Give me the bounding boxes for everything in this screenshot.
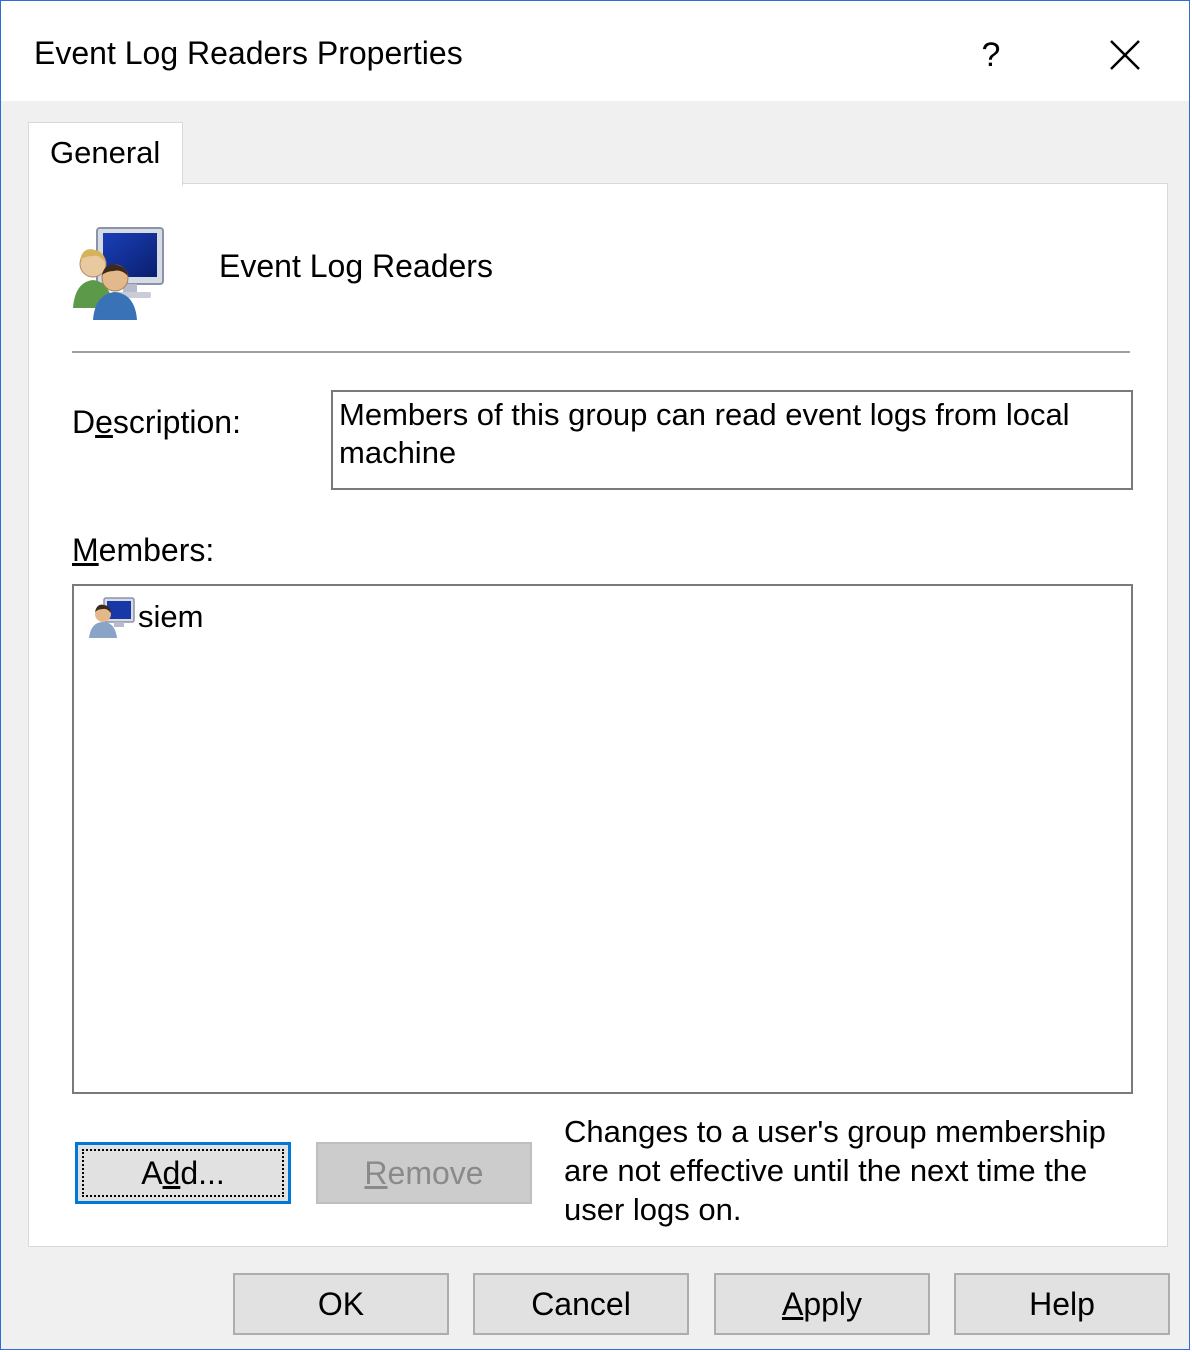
help-button[interactable]: Help: [954, 1273, 1170, 1335]
group-users-icon: [73, 227, 164, 320]
tab-general[interactable]: General: [28, 122, 183, 186]
focus-ring: [82, 1149, 284, 1197]
close-button[interactable]: [1095, 27, 1155, 83]
divider: [72, 351, 1130, 353]
user-computer-icon: [89, 597, 135, 638]
general-panel: Event Log Readers Description: Members o…: [28, 183, 1168, 1247]
add-button[interactable]: Add...: [75, 1142, 291, 1204]
remove-button-label: Remove: [364, 1154, 484, 1191]
description-label: Description:: [72, 404, 241, 440]
title-bar: Event Log Readers Properties ?: [1, 1, 1189, 101]
description-field[interactable]: Members of this group can read event log…: [331, 390, 1133, 490]
help-title-button[interactable]: ?: [961, 27, 1021, 83]
cancel-button[interactable]: Cancel: [473, 1273, 689, 1335]
list-item[interactable]: siem: [88, 594, 203, 640]
apply-button-label: Apply: [781, 1285, 863, 1322]
window-title: Event Log Readers Properties: [34, 35, 463, 71]
ok-button[interactable]: OK: [233, 1273, 449, 1335]
properties-dialog: Event Log Readers Properties ? General E…: [0, 0, 1190, 1350]
members-list[interactable]: siem: [72, 584, 1133, 1094]
member-name: siem: [138, 599, 204, 634]
apply-button[interactable]: Apply: [714, 1273, 930, 1335]
tab-general-label: General: [50, 135, 161, 170]
members-label: Members:: [72, 532, 215, 568]
close-icon: [1110, 40, 1140, 70]
group-name: Event Log Readers: [219, 248, 493, 284]
remove-button[interactable]: Remove: [316, 1142, 532, 1204]
membership-note: Changes to a user's group membership are…: [564, 1114, 1106, 1227]
